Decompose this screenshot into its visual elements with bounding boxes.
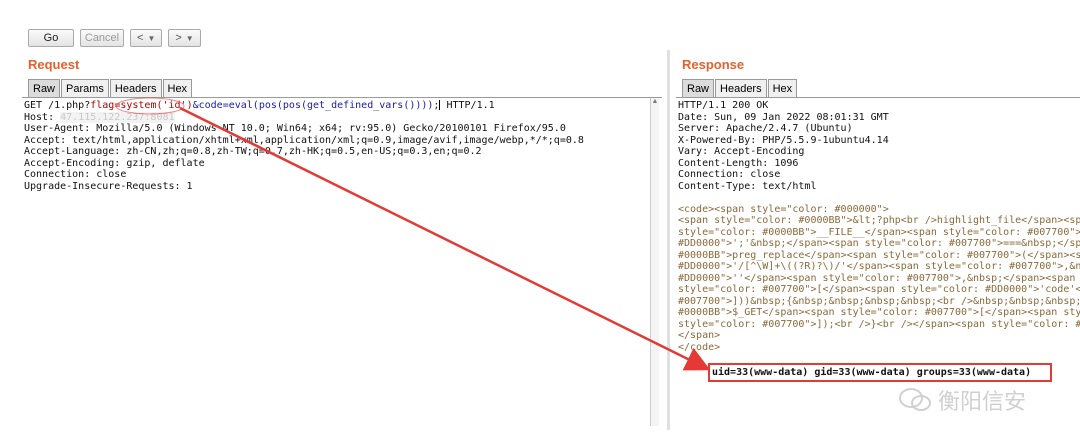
arrow-line <box>179 106 711 371</box>
flag-circle <box>115 97 185 115</box>
annotation-arrow <box>115 97 711 371</box>
chat-bubble-icon <box>899 388 931 411</box>
watermark: 衡阳信安 <box>898 384 1026 416</box>
watermark-text: 衡阳信安 <box>938 390 1027 415</box>
